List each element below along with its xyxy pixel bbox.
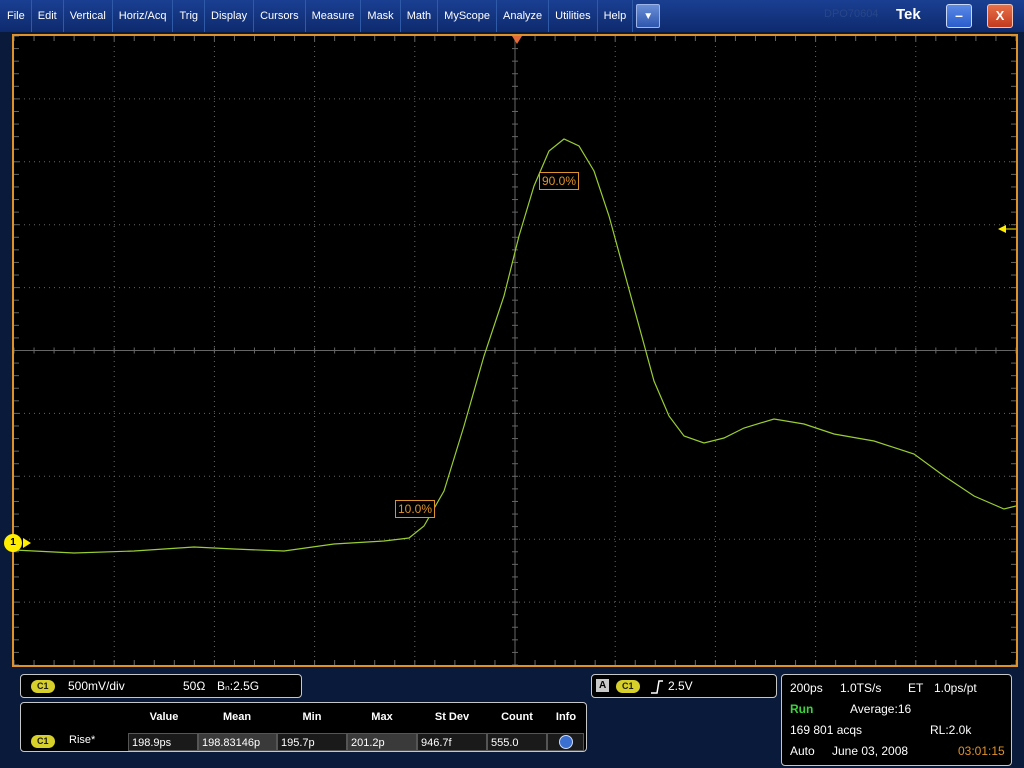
menu-measure[interactable]: Measure [306, 0, 362, 32]
trigger-level-arrow [998, 225, 1016, 233]
measurement-value: 198.9ps [128, 733, 198, 751]
measurement-label: Rise* [69, 734, 96, 746]
chevron-down-icon: ▼ [643, 10, 654, 22]
waveform-display[interactable]: 1 10.0% 90.0% [4, 34, 1018, 667]
rising-edge-icon [651, 680, 663, 694]
measurement-stdev: 946.7f [417, 733, 487, 751]
reference-10-label: 10.0% [395, 500, 436, 518]
channel-1-arrow-icon [23, 538, 31, 548]
measurement-max: 201.2p [347, 733, 417, 751]
measurement-mean: 198.83146p [198, 733, 277, 751]
measurement-panel[interactable]: Value Mean Min Max St Dev Count Info C1 … [20, 702, 587, 752]
timebase: 200ps [790, 681, 823, 695]
measurement-count: 555.0 [487, 733, 547, 751]
menu-vertical[interactable]: Vertical [64, 0, 113, 32]
trigger-mode: Auto [790, 744, 815, 758]
brand-logo: Tek [896, 6, 921, 23]
record-length: RL:2.0k [930, 723, 972, 737]
run-state: Run [790, 702, 814, 716]
measurement-info-cell[interactable] [547, 733, 584, 751]
model-watermark: DPO70604 [824, 8, 879, 20]
header-max: Max [371, 711, 393, 723]
acquisition-count: 169 801 acqs [790, 723, 863, 737]
trigger-position-marker [512, 36, 522, 44]
header-mean: Mean [222, 711, 252, 723]
menu-math[interactable]: Math [401, 0, 439, 32]
menu-display[interactable]: Display [205, 0, 255, 32]
trigger-channel-badge: C1 [616, 680, 640, 693]
menu-edit[interactable]: Edit [32, 0, 64, 32]
acquisition-panel[interactable]: 200ps 1.0TS/s ET 1.0ps/pt Run Average:16… [781, 674, 1012, 766]
header-count: Count [501, 711, 533, 723]
channel-badge: C1 [31, 680, 55, 693]
menu-analyze[interactable]: Analyze [497, 0, 550, 32]
close-button[interactable]: X [987, 4, 1013, 28]
time: 03:01:15 [958, 744, 1005, 758]
volts-per-div: 500mV/div [68, 679, 125, 693]
measurement-min: 195.7p [277, 733, 347, 751]
graticule [14, 36, 1016, 665]
channel-panel[interactable]: C1 500mV/div 50Ω Bₙ:2.5G [20, 674, 302, 698]
header-stdev: St Dev [434, 711, 470, 723]
channel-1-ground-marker[interactable]: 1 [4, 534, 22, 552]
impedance: 50Ω [183, 679, 206, 693]
info-icon[interactable] [559, 735, 573, 749]
resolution: 1.0ps/pt [934, 681, 977, 695]
graticule-grid [14, 36, 1016, 665]
header-min: Min [302, 711, 322, 723]
menu-myscope[interactable]: MyScope [438, 0, 498, 32]
trigger-level: 2.5V [668, 679, 693, 693]
menu-file[interactable]: File [0, 0, 32, 32]
reference-90-label: 90.0% [539, 172, 580, 190]
menu-help[interactable]: Help [598, 0, 634, 32]
menu-dropdown-button[interactable]: ▼ [636, 4, 661, 28]
menu-utilities[interactable]: Utilities [549, 0, 598, 32]
measurement-channel-badge: C1 [31, 735, 55, 748]
menu-mask[interactable]: Mask [361, 0, 401, 32]
trigger-source: A [596, 679, 610, 692]
readout-area: C1 500mV/div 50Ω Bₙ:2.5G Value Mean Min … [0, 670, 1024, 768]
bandwidth-limit: Bₙ:2.5G [217, 679, 260, 693]
average-count: Average:16 [850, 702, 912, 716]
menu-horiz-acq[interactable]: Horiz/Acq [113, 0, 174, 32]
header-value: Value [149, 711, 179, 723]
menu-cursors[interactable]: Cursors [254, 0, 306, 32]
trigger-panel[interactable]: A C1 2.5V [591, 674, 777, 698]
minimize-button[interactable]: – [946, 4, 972, 28]
date: June 03, 2008 [832, 744, 909, 758]
sample-rate: 1.0TS/s [840, 681, 882, 695]
menu-trig[interactable]: Trig [173, 0, 206, 32]
header-info: Info [555, 711, 577, 723]
acquisition-mode: ET [908, 681, 924, 695]
